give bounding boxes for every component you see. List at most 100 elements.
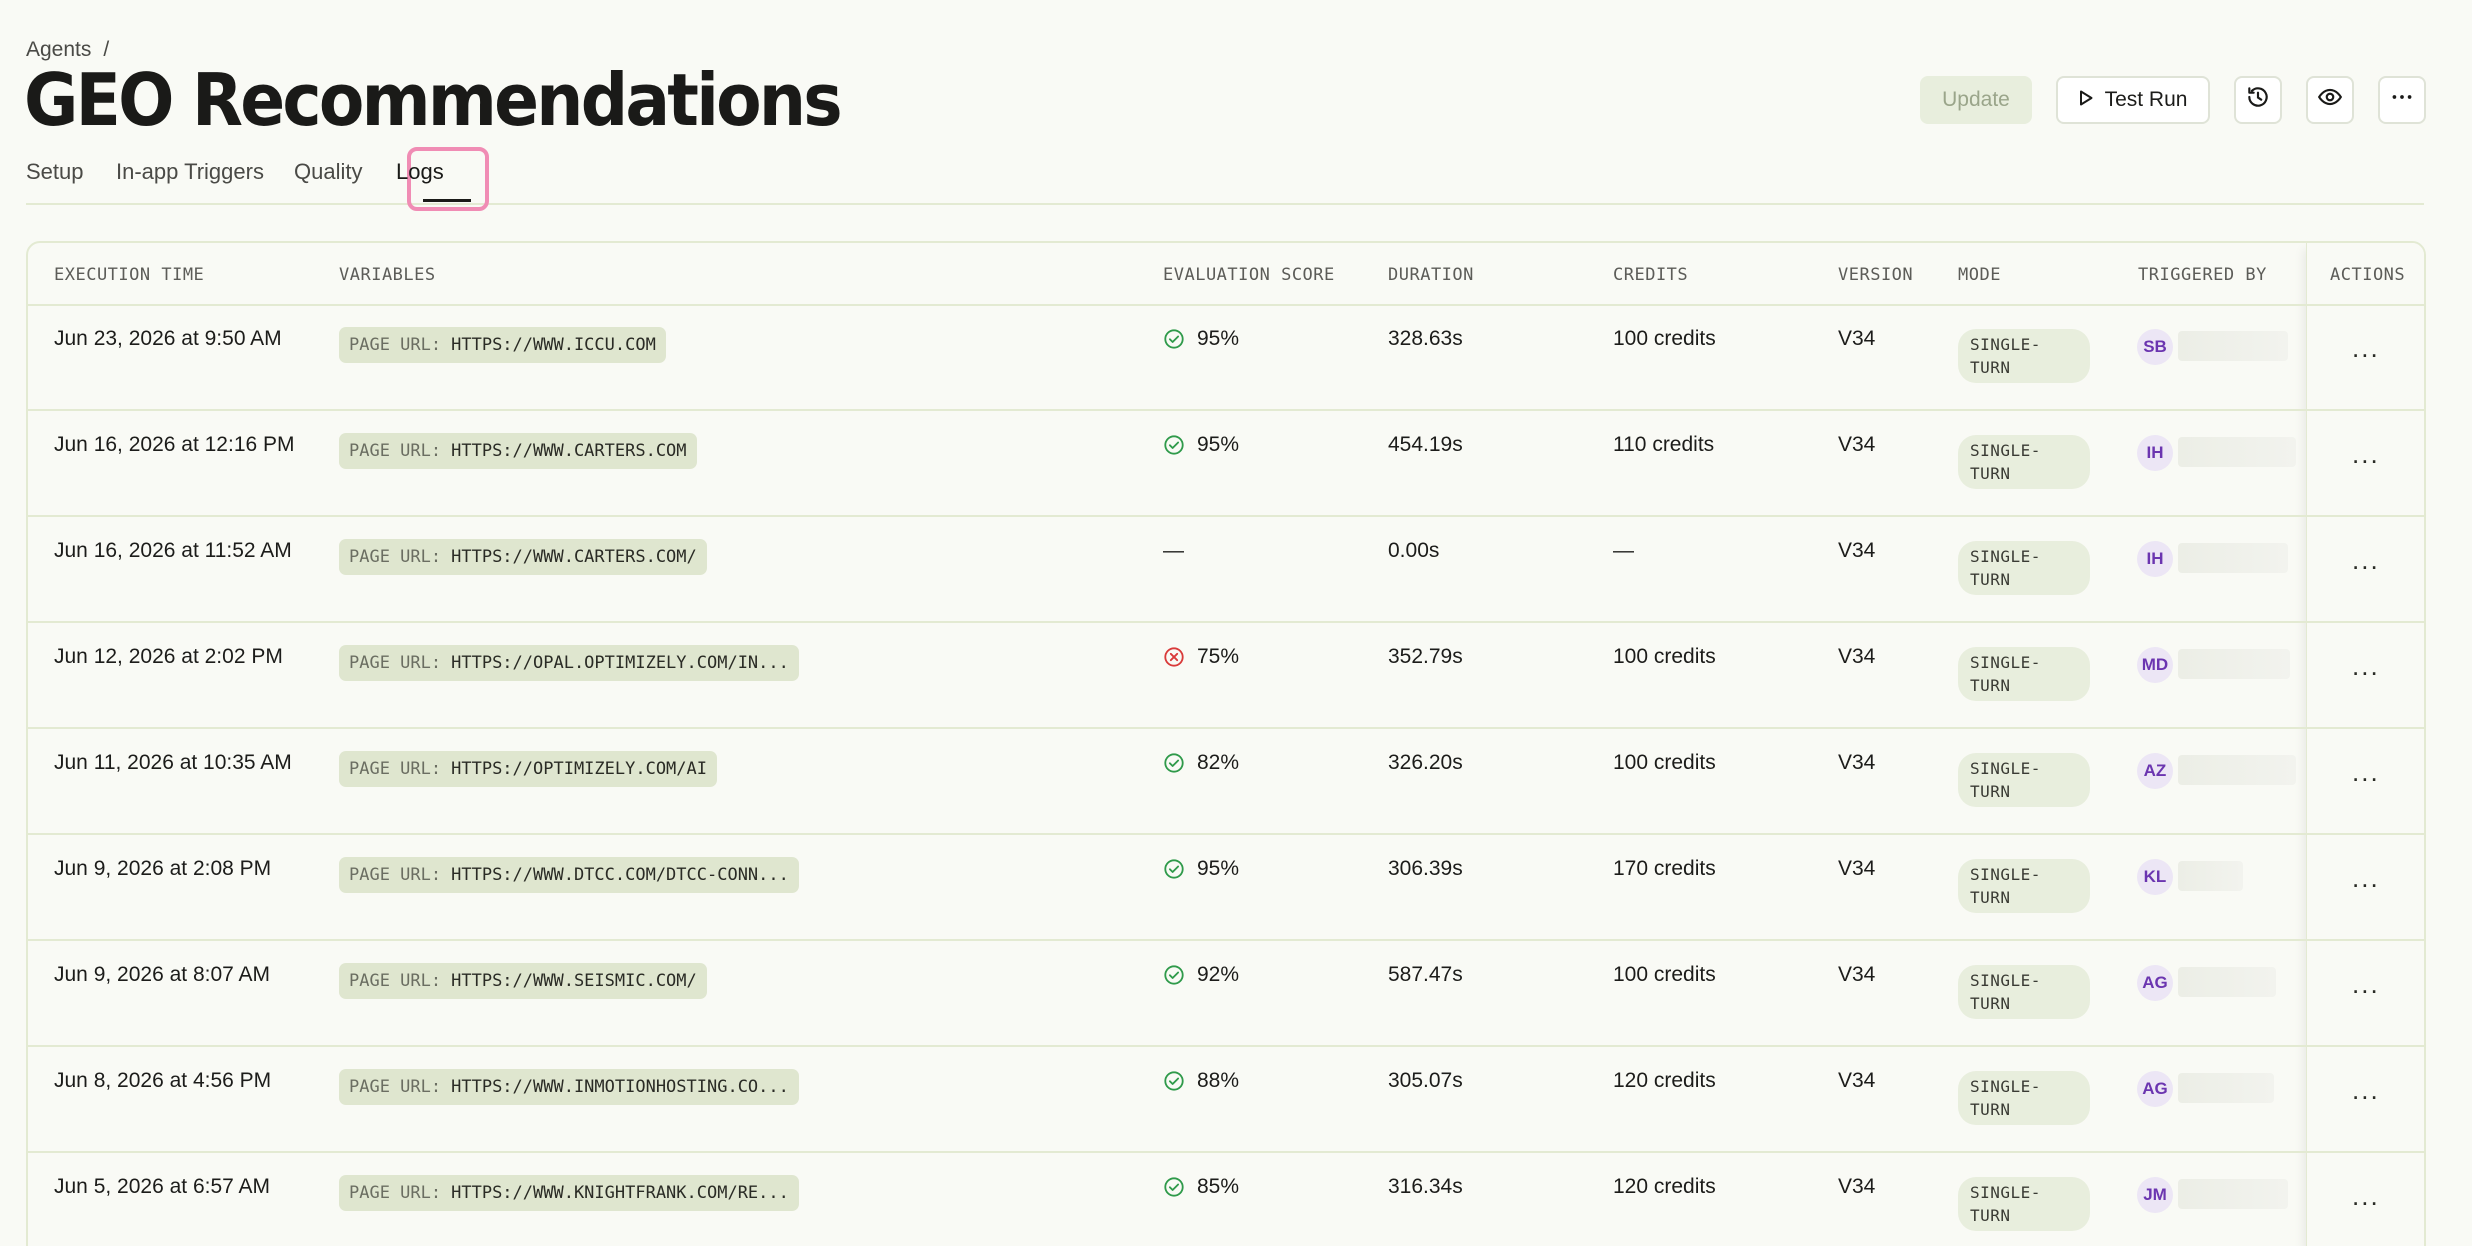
mode-badge: SINGLE- TURN bbox=[1958, 753, 2090, 807]
variable-key: PAGE URL: bbox=[349, 441, 442, 461]
row-actions-button[interactable]: ... bbox=[2352, 545, 2380, 576]
execution-time: Jun 11, 2026 at 10:35 AM bbox=[54, 751, 292, 774]
column-header-mode[interactable]: MODE bbox=[1958, 265, 2001, 285]
mode-line-1: SINGLE- bbox=[1970, 1077, 2041, 1096]
mode-badge: SINGLE- TURN bbox=[1958, 965, 2090, 1019]
tab-logs[interactable]: Logs bbox=[396, 159, 444, 185]
variable-key: PAGE URL: bbox=[349, 335, 442, 355]
score-value: 95% bbox=[1197, 857, 1240, 880]
column-header-version[interactable]: VERSION bbox=[1838, 265, 1913, 285]
update-button[interactable]: Update bbox=[1920, 76, 2032, 124]
row-actions-button[interactable]: ... bbox=[2352, 333, 2380, 364]
duration: 305.07s bbox=[1388, 1069, 1463, 1092]
execution-time: Jun 9, 2026 at 2:08 PM bbox=[54, 857, 272, 880]
avatar: MD bbox=[2137, 647, 2173, 683]
check-circle-icon bbox=[1163, 434, 1185, 456]
column-header-execution-time[interactable]: EXECUTION TIME bbox=[54, 265, 204, 285]
variable-pill: PAGE URL: HTTPS://OPTIMIZELY.COM/AI bbox=[339, 751, 717, 787]
table-row[interactable]: Jun 9, 2026 at 8:07 AM PAGE URL: HTTPS://W… bbox=[28, 941, 2424, 1047]
table-row[interactable]: Jun 5, 2026 at 6:57 AM PAGE URL: HTTPS://W… bbox=[28, 1153, 2424, 1246]
duration: 316.34s bbox=[1388, 1175, 1463, 1198]
avatar: AG bbox=[2137, 965, 2173, 1001]
variable-value: HTTPS://WWW.SEISMIC.COM/ bbox=[451, 971, 697, 991]
check-circle-icon bbox=[1163, 964, 1185, 986]
credits: — bbox=[1613, 539, 1634, 562]
tab-quality[interactable]: Quality bbox=[294, 159, 362, 185]
tab-active-underline bbox=[423, 199, 471, 202]
variable-key: PAGE URL: bbox=[349, 547, 442, 567]
column-header-triggered-by[interactable]: TRIGGERED BY bbox=[2138, 265, 2267, 285]
row-actions-button[interactable]: ... bbox=[2352, 651, 2380, 682]
score-value: 82% bbox=[1197, 751, 1240, 774]
evaluation-score: 95% bbox=[1163, 433, 1239, 457]
mode-line-1: SINGLE- bbox=[1970, 1183, 2041, 1202]
evaluation-score: 88% bbox=[1163, 1069, 1239, 1093]
column-header-actions: ACTIONS bbox=[2330, 265, 2406, 285]
evaluation-score: 85% bbox=[1163, 1175, 1239, 1199]
variable-pill: PAGE URL: HTTPS://WWW.CARTERS.COM bbox=[339, 433, 697, 469]
table-row[interactable]: Jun 16, 2026 at 11:52 AM PAGE URL: HTTPS:/… bbox=[28, 517, 2424, 623]
mode-badge: SINGLE- TURN bbox=[1958, 541, 2090, 595]
credits: 100 credits bbox=[1613, 327, 1716, 350]
eye-icon bbox=[2317, 84, 2343, 116]
version: V34 bbox=[1838, 645, 1876, 668]
avatar: AG bbox=[2137, 1071, 2173, 1107]
row-actions-button[interactable]: ... bbox=[2352, 757, 2380, 788]
redacted-user-name bbox=[2178, 861, 2243, 891]
mode-line-1: SINGLE- bbox=[1970, 865, 2041, 884]
variable-key: PAGE URL: bbox=[349, 971, 442, 991]
score-value: 95% bbox=[1197, 327, 1240, 350]
mode-line-1: SINGLE- bbox=[1970, 653, 2041, 672]
credits: 100 credits bbox=[1613, 963, 1716, 986]
tab-setup[interactable]: Setup bbox=[26, 159, 84, 185]
x-circle-icon bbox=[1163, 646, 1185, 668]
credits: 120 credits bbox=[1613, 1069, 1716, 1092]
table-row[interactable]: Jun 16, 2026 at 12:16 PM PAGE URL: HTTPS:/… bbox=[28, 411, 2424, 517]
mode-line-2: TURN bbox=[1970, 782, 2011, 801]
execution-time: Jun 8, 2026 at 4:56 PM bbox=[54, 1069, 272, 1092]
variable-pill: PAGE URL: HTTPS://OPAL.OPTIMIZELY.COM/IN.… bbox=[339, 645, 799, 681]
tab-in-app-triggers[interactable]: In-app Triggers bbox=[116, 159, 264, 185]
table-row[interactable]: Jun 9, 2026 at 2:08 PM PAGE URL: HTTPS://W… bbox=[28, 835, 2424, 941]
variable-key: PAGE URL: bbox=[349, 1183, 442, 1203]
column-header-credits[interactable]: CREDITS bbox=[1613, 265, 1688, 285]
row-actions-button[interactable]: ... bbox=[2352, 969, 2380, 1000]
history-icon bbox=[2245, 84, 2271, 116]
history-button[interactable] bbox=[2234, 76, 2282, 124]
version: V34 bbox=[1838, 857, 1876, 880]
execution-time: Jun 9, 2026 at 8:07 AM bbox=[54, 963, 270, 986]
version: V34 bbox=[1838, 327, 1876, 350]
execution-time: Jun 12, 2026 at 2:02 PM bbox=[54, 645, 283, 668]
credits: 110 credits bbox=[1613, 433, 1715, 456]
version: V34 bbox=[1838, 539, 1876, 562]
column-header-duration[interactable]: DURATION bbox=[1388, 265, 1474, 285]
avatar: JM bbox=[2137, 1177, 2173, 1213]
test-run-button[interactable]: Test Run bbox=[2056, 76, 2210, 124]
mode-line-2: TURN bbox=[1970, 1100, 2011, 1119]
table-row[interactable]: Jun 8, 2026 at 4:56 PM PAGE URL: HTTPS://W… bbox=[28, 1047, 2424, 1153]
preview-button[interactable] bbox=[2306, 76, 2354, 124]
variable-value: HTTPS://WWW.CARTERS.COM/ bbox=[451, 547, 697, 567]
redacted-user-name bbox=[2178, 649, 2290, 679]
mode-badge: SINGLE- TURN bbox=[1958, 859, 2090, 913]
column-header-evaluation-score[interactable]: EVALUATION SCORE bbox=[1163, 265, 1335, 285]
mode-line-2: TURN bbox=[1970, 888, 2011, 907]
mode-badge: SINGLE- TURN bbox=[1958, 435, 2090, 489]
table-row[interactable]: Jun 11, 2026 at 10:35 AM PAGE URL: HTTPS:/… bbox=[28, 729, 2424, 835]
table-row[interactable]: Jun 23, 2026 at 9:50 AM PAGE URL: HTTPS://… bbox=[28, 305, 2424, 411]
version: V34 bbox=[1838, 1175, 1876, 1198]
column-header-variables[interactable]: VARIABLES bbox=[339, 265, 436, 285]
table-row[interactable]: Jun 12, 2026 at 2:02 PM PAGE URL: HTTPS://… bbox=[28, 623, 2424, 729]
mode-line-1: SINGLE- bbox=[1970, 971, 2041, 990]
credits: 170 credits bbox=[1613, 857, 1716, 880]
row-actions-button[interactable]: ... bbox=[2352, 863, 2380, 894]
score-value: 95% bbox=[1197, 433, 1240, 456]
row-actions-button[interactable]: ... bbox=[2352, 1181, 2380, 1212]
row-actions-button[interactable]: ... bbox=[2352, 439, 2380, 470]
mode-line-2: TURN bbox=[1970, 358, 2011, 377]
check-circle-icon bbox=[1163, 328, 1185, 350]
redacted-user-name bbox=[2178, 1179, 2288, 1209]
duration: 306.39s bbox=[1388, 857, 1463, 880]
row-actions-button[interactable]: ... bbox=[2352, 1075, 2380, 1106]
more-options-button[interactable] bbox=[2378, 76, 2426, 124]
